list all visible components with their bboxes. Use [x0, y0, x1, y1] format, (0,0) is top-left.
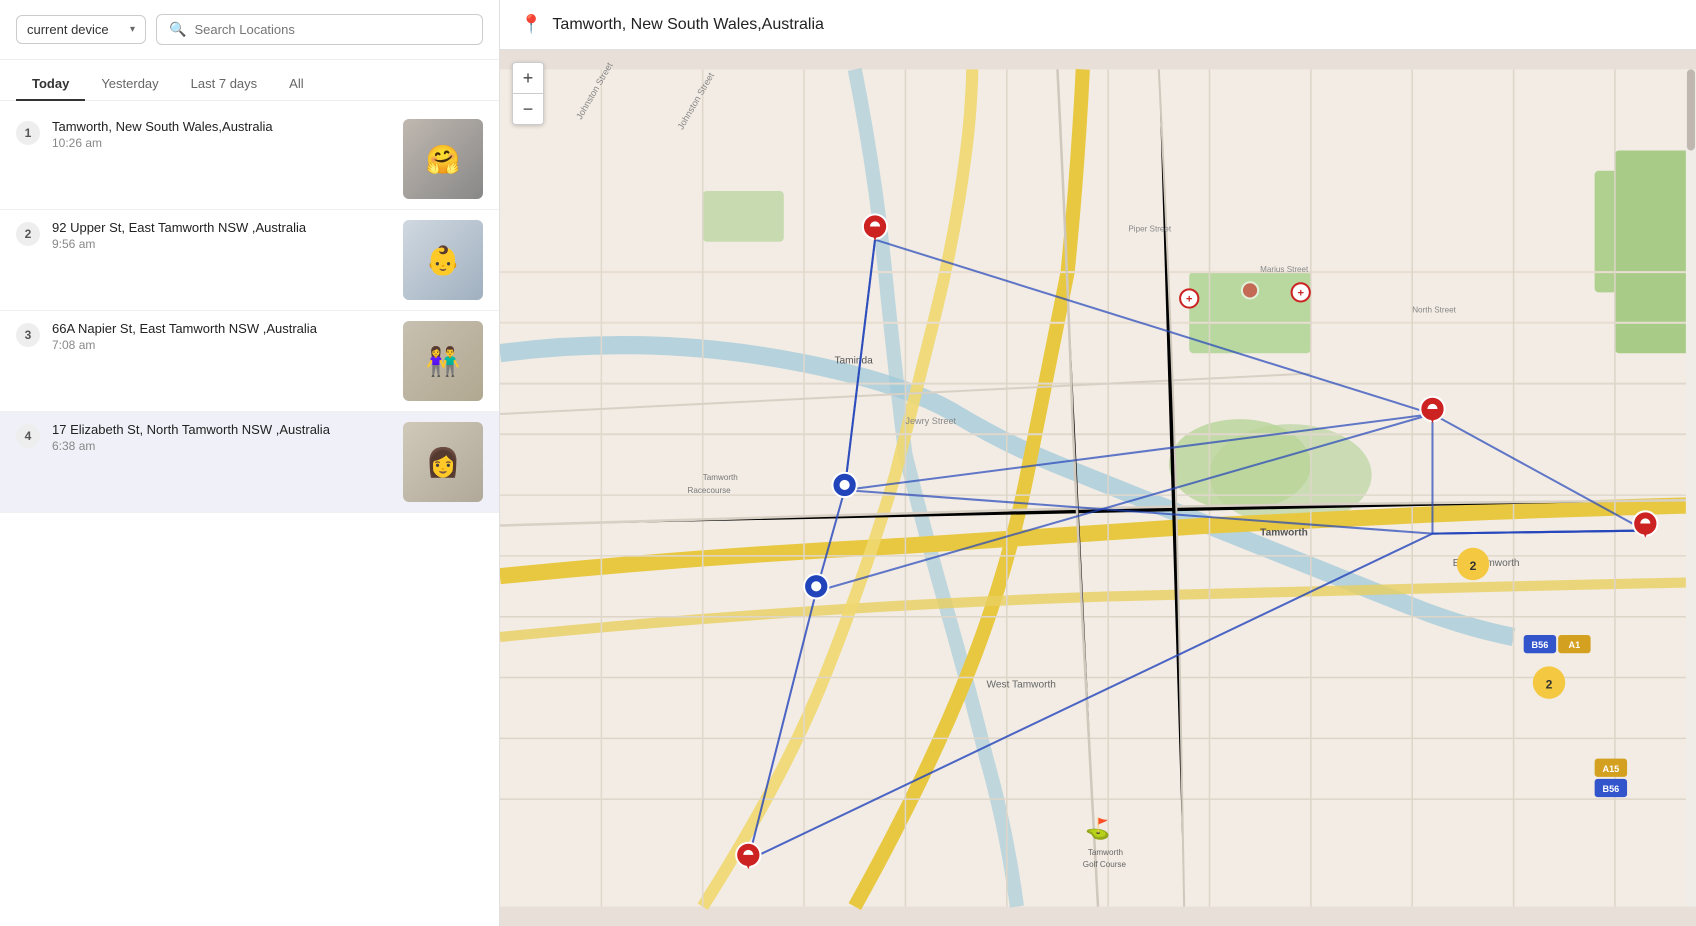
chevron-down-icon: ▾: [130, 24, 135, 35]
tab-yesterday[interactable]: Yesterday: [85, 68, 174, 101]
location-info: 92 Upper St, East Tamworth NSW ,Australi…: [52, 220, 391, 257]
left-panel: current device ▾ 🔍 Today Yesterday Last …: [0, 0, 500, 926]
map-svg: Johnston Street Johnston Street Piper St…: [500, 50, 1696, 926]
svg-text:Marius Street: Marius Street: [1260, 265, 1309, 274]
tab-last7[interactable]: Last 7 days: [175, 68, 274, 101]
svg-text:Golf Course: Golf Course: [1083, 860, 1127, 869]
thumb-figure: 🤗: [403, 119, 483, 199]
list-item[interactable]: 1 Tamworth, New South Wales,Australia 10…: [0, 109, 499, 210]
zoom-in-button[interactable]: +: [513, 63, 543, 93]
location-thumbnail: 👶: [403, 220, 483, 300]
list-item[interactable]: 3 66A Napier St, East Tamworth NSW ,Aust…: [0, 311, 499, 412]
location-number: 3: [16, 323, 40, 347]
location-thumbnail: 👩: [403, 422, 483, 502]
location-number: 2: [16, 222, 40, 246]
svg-text:A1: A1: [1569, 640, 1581, 650]
location-info: Tamworth, New South Wales,Australia 10:2…: [52, 119, 391, 156]
list-item[interactable]: 4 17 Elizabeth St, North Tamworth NSW ,A…: [0, 412, 499, 513]
search-input[interactable]: [194, 22, 470, 37]
location-name: Tamworth, New South Wales,Australia: [52, 119, 391, 134]
zoom-controls: + −: [512, 62, 544, 125]
map-title: Tamworth, New South Wales,Australia: [552, 16, 824, 34]
svg-text:West Tamworth: West Tamworth: [987, 680, 1056, 691]
location-info: 17 Elizabeth St, North Tamworth NSW ,Aus…: [52, 422, 391, 459]
svg-text:North Street: North Street: [1412, 306, 1456, 315]
svg-text:+: +: [1297, 287, 1304, 299]
location-list: 1 Tamworth, New South Wales,Australia 10…: [0, 101, 499, 926]
svg-text:B56: B56: [1532, 640, 1549, 650]
thumb-figure: 👩: [403, 422, 483, 502]
location-number: 4: [16, 424, 40, 448]
svg-text:Jewry Street: Jewry Street: [905, 416, 956, 426]
top-bar: current device ▾ 🔍: [0, 0, 499, 60]
svg-text:Racecourse: Racecourse: [688, 486, 732, 495]
svg-text:⛳: ⛳: [1085, 817, 1110, 842]
location-name: 66A Napier St, East Tamworth NSW ,Austra…: [52, 321, 391, 336]
map-header: 📍 Tamworth, New South Wales,Australia: [500, 0, 1696, 50]
svg-text:+: +: [1186, 294, 1193, 306]
search-box: 🔍: [156, 14, 483, 45]
right-panel: 📍 Tamworth, New South Wales,Australia + …: [500, 0, 1696, 926]
svg-text:Tamworth: Tamworth: [703, 473, 738, 482]
tab-all[interactable]: All: [273, 68, 319, 101]
device-selector-label: current device: [27, 22, 109, 37]
location-thumbnail: 👫: [403, 321, 483, 401]
tab-today[interactable]: Today: [16, 68, 85, 101]
svg-text:Tamworth: Tamworth: [1260, 528, 1308, 539]
location-time: 7:08 am: [52, 338, 391, 352]
location-name: 92 Upper St, East Tamworth NSW ,Australi…: [52, 220, 391, 235]
tabs-bar: Today Yesterday Last 7 days All: [0, 60, 499, 101]
location-info: 66A Napier St, East Tamworth NSW ,Austra…: [52, 321, 391, 358]
svg-text:2: 2: [1546, 678, 1553, 692]
location-number: 1: [16, 121, 40, 145]
list-item[interactable]: 2 92 Upper St, East Tamworth NSW ,Austra…: [0, 210, 499, 311]
svg-text:Tamworth: Tamworth: [1088, 848, 1123, 857]
map-container[interactable]: + −: [500, 50, 1696, 926]
svg-text:A15: A15: [1603, 764, 1620, 774]
search-icon: 🔍: [169, 21, 186, 38]
svg-text:Taminda: Taminda: [834, 355, 873, 366]
svg-text:Piper Street: Piper Street: [1128, 225, 1171, 234]
zoom-out-button[interactable]: −: [513, 94, 543, 124]
location-thumbnail: 🤗: [403, 119, 483, 199]
svg-text:2: 2: [1470, 559, 1477, 573]
thumb-figure: 👫: [403, 321, 483, 401]
thumb-figure: 👶: [403, 220, 483, 300]
location-time: 6:38 am: [52, 439, 391, 453]
map-pin-icon: 📍: [520, 14, 542, 35]
location-time: 10:26 am: [52, 136, 391, 150]
device-selector[interactable]: current device ▾: [16, 15, 146, 44]
location-time: 9:56 am: [52, 237, 391, 251]
location-name: 17 Elizabeth St, North Tamworth NSW ,Aus…: [52, 422, 391, 437]
svg-text:B56: B56: [1603, 784, 1620, 794]
